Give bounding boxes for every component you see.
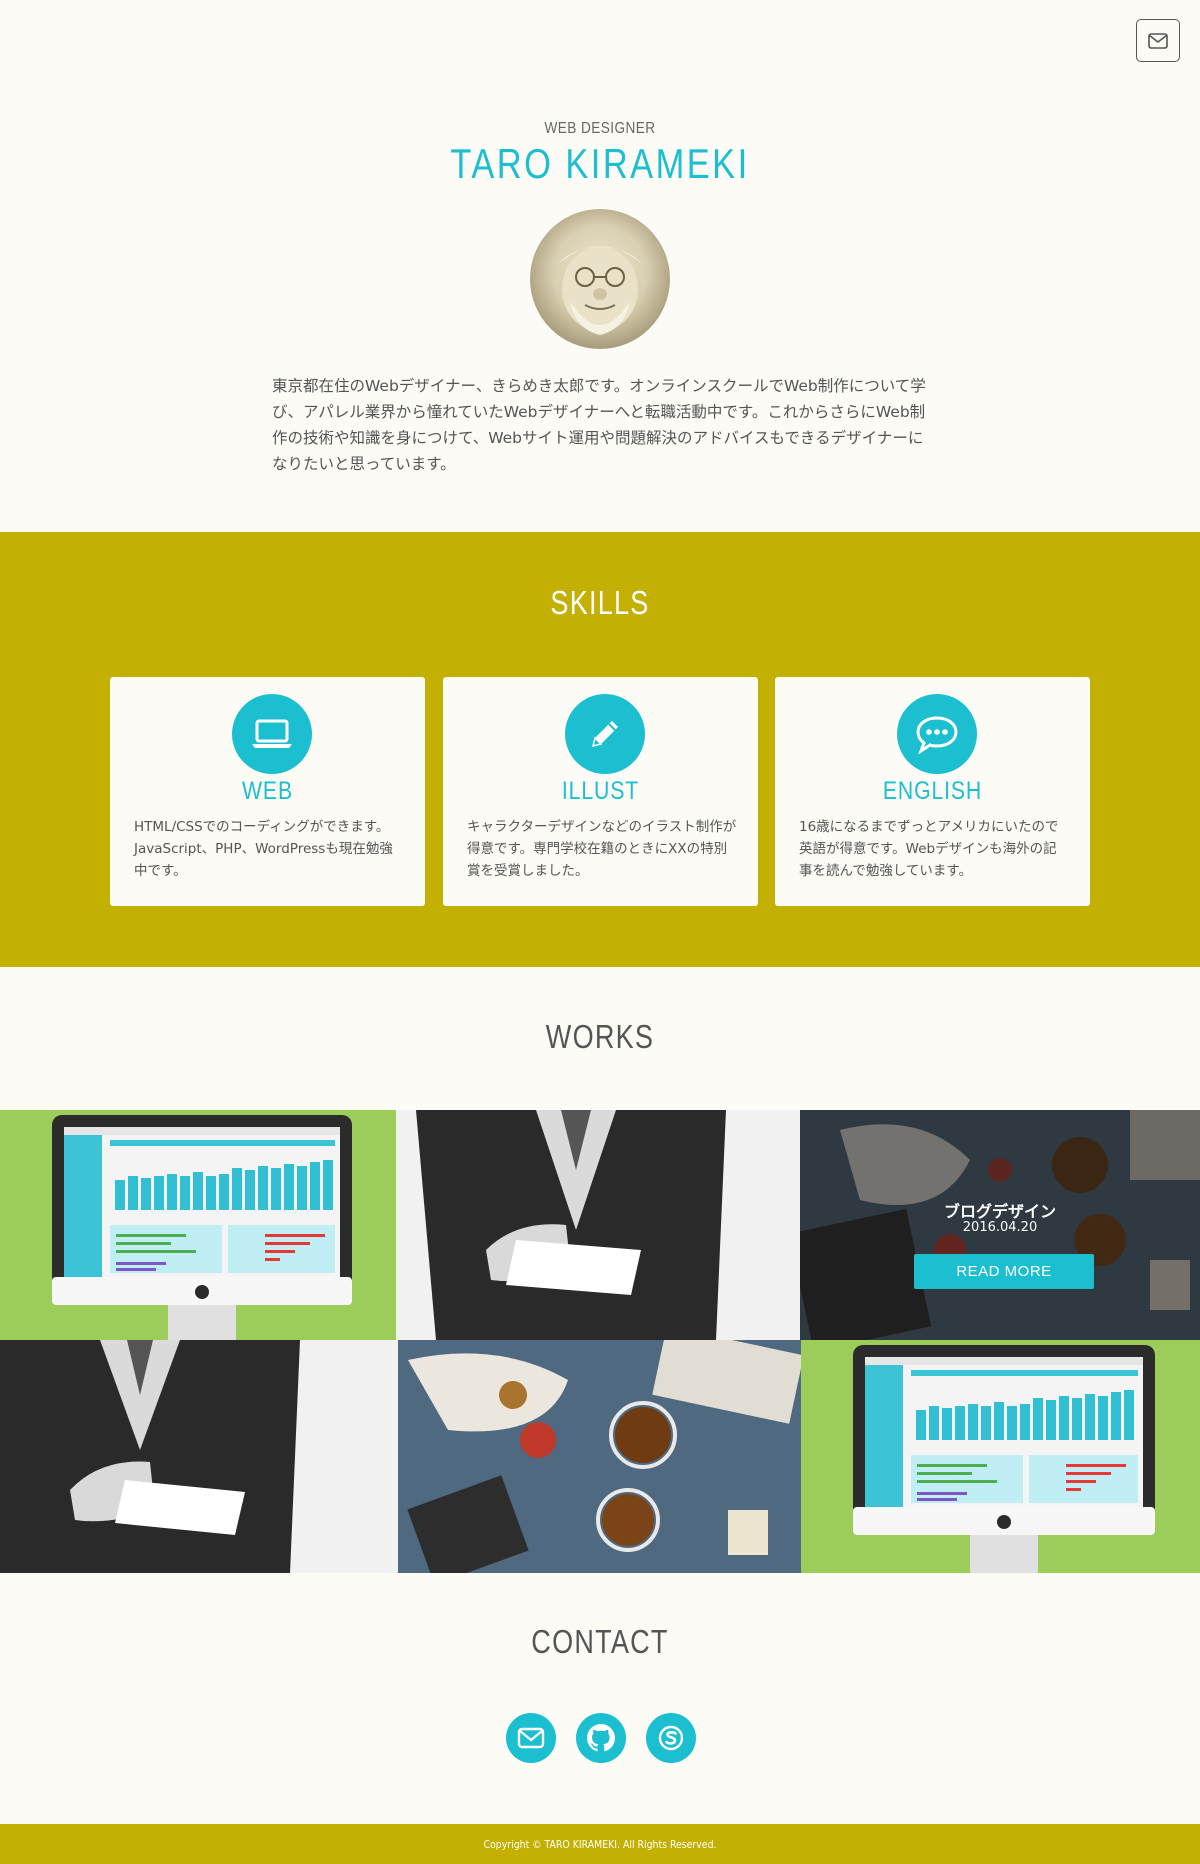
skill-title: WEB (242, 777, 293, 805)
work-tile-hover[interactable]: ブログデザイン 2016.04.20 READ MORE (800, 1110, 1200, 1340)
skill-card-web: WEB HTML/CSSでのコーディングができます。JavaScript、PHP… (110, 677, 425, 906)
skill-card-illust: ILLUST キャラクターデザインなどのイラスト制作が得意です。専門学校在籍のと… (443, 677, 758, 906)
read-more-button[interactable]: READ MORE (914, 1254, 1094, 1289)
monitor-image (52, 1115, 352, 1340)
skill-title: ILLUST (561, 777, 640, 805)
skills-heading: SKILLS (550, 584, 650, 621)
mail-icon (1148, 32, 1168, 49)
laptop-icon (232, 694, 312, 774)
work-tile[interactable] (396, 1110, 800, 1340)
skill-text: 16歳になるまでずっとアメリカにいたので英語が得意です。Webデザインも海外の記… (799, 819, 1059, 879)
business-card-image (416, 1110, 726, 1340)
work-tile[interactable] (398, 1340, 801, 1573)
speech-bubble-icon (897, 694, 977, 774)
skype-icon (658, 1725, 684, 1751)
contact-heading: CONTACT (531, 1623, 669, 1660)
work-tile[interactable] (801, 1340, 1200, 1573)
skill-text: キャラクターデザインなどのイラスト制作が得意です。専門学校在籍のときにXXの特別… (467, 819, 737, 879)
skill-card-english: ENGLISH 16歳になるまでずっとアメリカにいたので英語が得意です。Webデ… (775, 677, 1090, 906)
avatar (530, 209, 670, 349)
intro-text: 東京都在住のWebデザイナー、きらめき太郎です。オンラインスクールでWeb制作に… (272, 377, 926, 473)
business-card-image (0, 1340, 300, 1573)
work-tile[interactable] (0, 1340, 398, 1573)
hero-section: WEB DESIGNER TARO KIRAMEKI 東京都在住のWebデザイナ… (0, 0, 1200, 532)
pencil-icon (565, 694, 645, 774)
mail-icon (517, 1727, 545, 1749)
work-tile[interactable] (0, 1110, 396, 1340)
job-title: WEB DESIGNER (544, 120, 656, 137)
skill-text: HTML/CSSでのコーディングができます。JavaScript、PHP、Wor… (134, 819, 393, 879)
contact-mail-link[interactable] (506, 1713, 556, 1763)
contact-skype-link[interactable] (646, 1713, 696, 1763)
food-table-image (398, 1340, 801, 1573)
github-icon (587, 1724, 615, 1752)
skill-title: ENGLISH (882, 777, 983, 805)
footer: Copyright © TARO KIRAMEKI. All Rights Re… (0, 1824, 1200, 1864)
skills-section: SKILLS WEB HTML/CSSでのコーディングができます。JavaScr… (0, 532, 1200, 967)
works-heading: WORKS (545, 1018, 655, 1055)
site-title: TARO KIRAMEKI (450, 140, 750, 187)
santa-face-image (558, 246, 642, 335)
monitor-image (853, 1345, 1155, 1573)
work-date: 2016.04.20 (962, 1220, 1038, 1235)
copyright-text: Copyright © TARO KIRAMEKI. All Rights Re… (483, 1837, 717, 1851)
work-title: ブログデザイン (943, 1202, 1056, 1221)
contact-github-link[interactable] (576, 1713, 626, 1763)
mail-button[interactable] (1136, 19, 1180, 62)
works-grid: ブログデザイン 2016.04.20 READ MORE (0, 1110, 1200, 1573)
